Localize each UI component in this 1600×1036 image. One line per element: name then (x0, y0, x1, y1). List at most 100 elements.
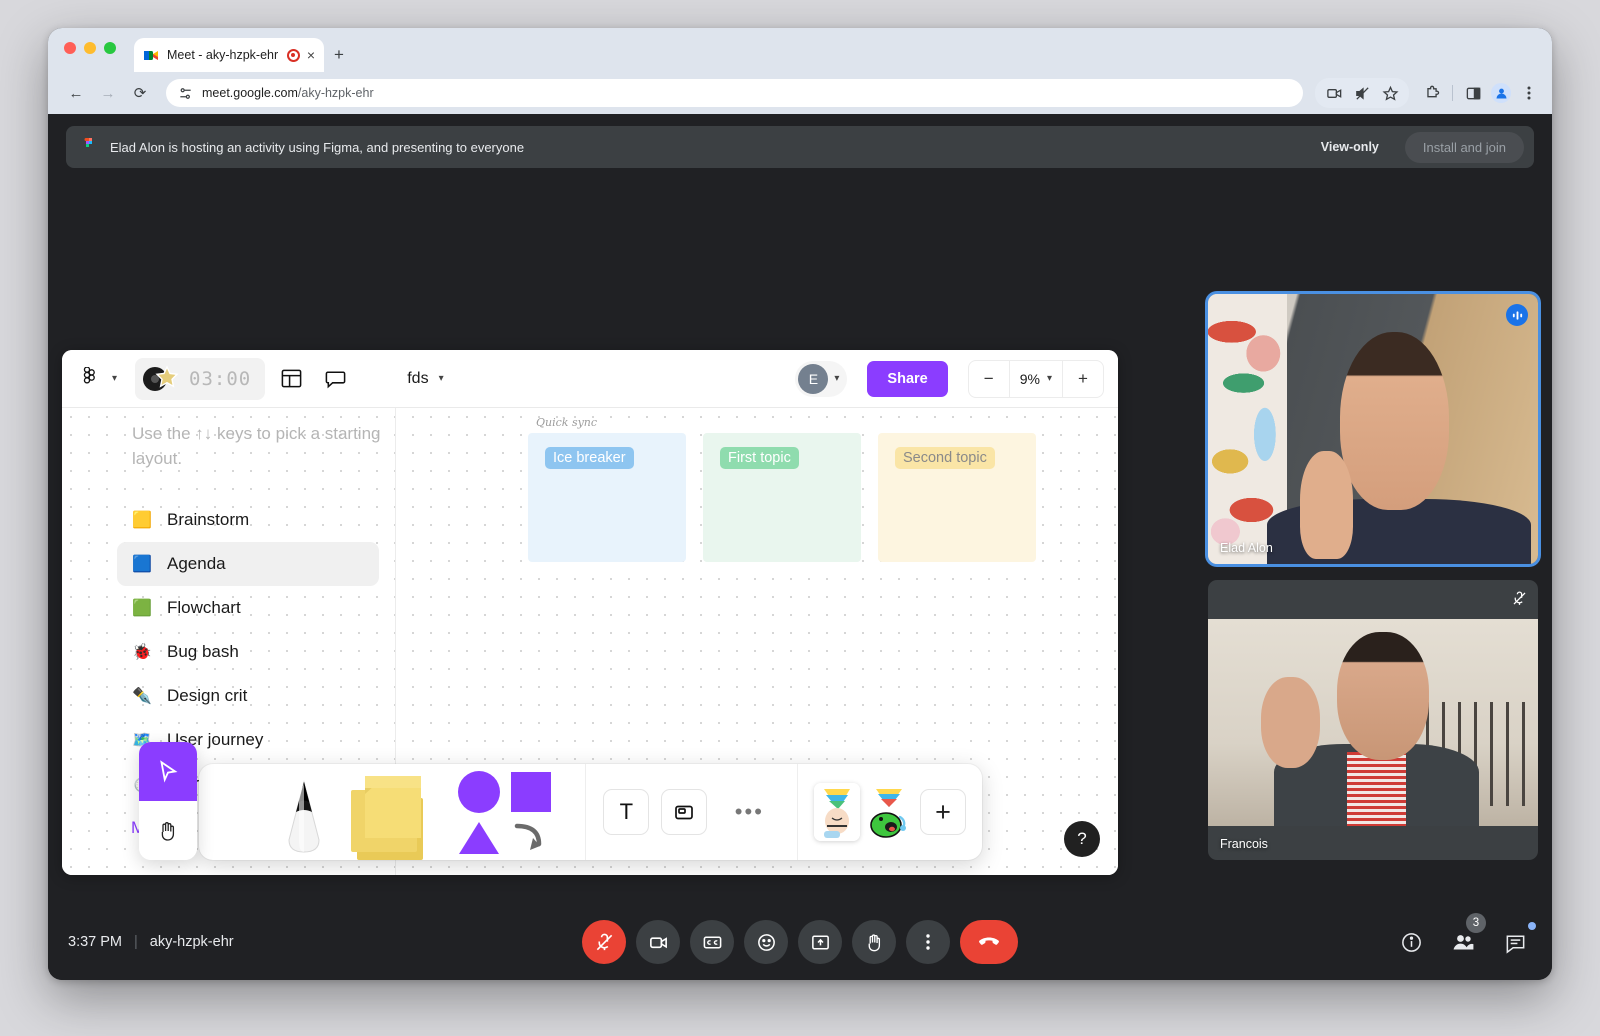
chat-unread-indicator (1528, 922, 1536, 930)
party-monster-sticker[interactable] (864, 783, 910, 841)
captions-button[interactable] (690, 920, 734, 964)
frame-tool-button[interactable] (661, 789, 708, 835)
recording-icon[interactable] (286, 48, 300, 62)
timer-widget[interactable]: 03:00 (135, 357, 266, 400)
layout-item-bug-bash[interactable]: 🐞 Bug bash (117, 630, 379, 674)
bug-icon: 🐞 (132, 644, 152, 661)
mic-off-button[interactable] (582, 920, 626, 964)
thumbs-up-hand (1300, 450, 1354, 559)
minimize-window-button[interactable] (84, 42, 96, 54)
layout-item-flowchart[interactable]: 🟩 Flowchart (117, 586, 379, 630)
column-label: Ice breaker (545, 447, 634, 469)
agenda-column[interactable]: Second topic (878, 433, 1036, 562)
add-sticker-button[interactable]: + (920, 789, 966, 835)
back-button[interactable]: ← (62, 79, 90, 107)
extensions-icon[interactable] (1419, 80, 1445, 106)
layout-item-brainstorm[interactable]: 🟨 Brainstorm (117, 498, 379, 542)
info-button[interactable] (1394, 925, 1428, 959)
file-chevron-down-icon[interactable]: ▾ (439, 373, 444, 384)
share-button[interactable]: Share (867, 360, 948, 397)
reload-button[interactable]: ⟳ (126, 79, 154, 107)
cursor-tool-button[interactable] (139, 742, 197, 801)
participant-head (1336, 631, 1430, 761)
activity-banner: Elad Alon is hosting an activity using F… (66, 126, 1534, 168)
address-bar[interactable]: meet.google.com/aky-hzpk-ehr (166, 79, 1303, 107)
layout-item-design-crit[interactable]: ✒️ Design crit (117, 674, 379, 718)
text-tool-button[interactable]: T (603, 789, 650, 835)
participant-shirt (1346, 751, 1406, 827)
agenda-columns: Ice breaker First topic Second topic (528, 433, 1036, 562)
zoom-in-button[interactable]: + (1063, 361, 1103, 397)
meet-control-bar: 3:37 PM | aky-hzpk-ehr 3 (48, 904, 1552, 980)
video-tile-francois[interactable]: Francois (1208, 580, 1538, 860)
site-settings-icon[interactable] (178, 86, 193, 101)
url-text: meet.google.com/aky-hzpk-ehr (202, 86, 374, 100)
camera-icon[interactable] (1321, 80, 1347, 106)
zoom-controls: − 9% ▾ + (967, 359, 1104, 398)
sticky-note-tool[interactable] (335, 764, 445, 860)
zoom-level[interactable]: 9% ▾ (1008, 360, 1063, 397)
layout-item-agenda[interactable]: 🟦 Agenda (117, 542, 379, 586)
tab-title: Meet - aky-hzpk-ehr (167, 48, 279, 62)
avatar: E (798, 363, 829, 394)
board-title: Quick sync (536, 416, 598, 429)
new-tab-button[interactable]: + (334, 45, 344, 65)
install-and-join-button[interactable]: Install and join (1404, 131, 1524, 163)
chrome-menu-icon[interactable] (1516, 80, 1542, 106)
more-options-button[interactable] (906, 920, 950, 964)
meeting-info-text: 3:37 PM | aky-hzpk-ehr (68, 934, 234, 950)
hand-pan-tool-button[interactable] (139, 801, 197, 860)
audio-active-icon (1506, 304, 1528, 326)
control-buttons (582, 920, 1018, 964)
bookmark-star-icon[interactable] (1377, 80, 1403, 106)
figma-logo-icon[interactable] (76, 366, 102, 392)
present-button[interactable] (798, 920, 842, 964)
layout-item-label: Bug bash (167, 642, 239, 661)
cursor-tool-stack (139, 742, 197, 860)
avatar-chevron-down-icon[interactable]: ▾ (834, 373, 839, 384)
party-face-sticker[interactable] (814, 783, 860, 841)
mute-site-icon[interactable] (1349, 80, 1375, 106)
raise-hand-button[interactable] (852, 920, 896, 964)
maximize-window-button[interactable] (104, 42, 116, 54)
figma-file-name[interactable]: fds (407, 370, 428, 388)
sticky-note-icon: 🟨 (132, 512, 152, 529)
figma-avatar-group[interactable]: E ▾ (795, 360, 848, 397)
side-panel-icon[interactable] (1460, 80, 1486, 106)
camera-button[interactable] (636, 920, 680, 964)
figma-canvas[interactable]: Use the ↑↓ keys to pick a starting layou… (62, 408, 1118, 875)
meet-app: Elad Alon is hosting an activity using F… (48, 114, 1552, 980)
more-tools-button[interactable]: ••• (719, 799, 779, 825)
emoji-button[interactable] (744, 920, 788, 964)
figma-window: ▾ 03:00 fds ▾ E ▾ Share − 9% ▾ + Use the… (62, 350, 1118, 875)
banner-text: Elad Alon is hosting an activity using F… (110, 139, 525, 155)
window-traffic-lights[interactable] (64, 42, 116, 54)
people-button[interactable]: 3 (1446, 913, 1486, 959)
end-call-button[interactable] (960, 920, 1018, 964)
current-time: 3:37 PM (68, 934, 122, 950)
layout-panel-icon[interactable] (273, 361, 309, 397)
chat-button[interactable] (1498, 922, 1536, 959)
column-label: First topic (720, 447, 799, 469)
google-meet-favicon (143, 47, 160, 64)
stickers-section: + (798, 764, 982, 860)
help-button[interactable]: ? (1064, 821, 1100, 857)
comment-icon[interactable] (317, 361, 353, 397)
agenda-column[interactable]: Ice breaker (528, 433, 686, 562)
browser-tab[interactable]: Meet - aky-hzpk-ehr × (134, 38, 324, 72)
profile-avatar-icon[interactable] (1488, 80, 1514, 106)
close-window-button[interactable] (64, 42, 76, 54)
forward-button[interactable]: → (94, 79, 122, 107)
close-icon[interactable]: × (307, 48, 315, 62)
flowchart-icon: 🟩 (132, 600, 152, 617)
zoom-out-button[interactable]: − (969, 361, 1009, 397)
shapes-tool[interactable] (445, 764, 585, 860)
agenda-column[interactable]: First topic (703, 433, 861, 562)
zoom-value-text: 9% (1019, 370, 1040, 387)
chevron-down-icon[interactable]: ▾ (112, 373, 117, 384)
music-star-icon (141, 363, 181, 395)
video-tile-elad-alon[interactable]: Elad Alon (1208, 294, 1538, 564)
video-frame (1208, 619, 1538, 827)
marker-pen-tool[interactable] (273, 764, 335, 860)
media-chip-group (1315, 78, 1409, 108)
